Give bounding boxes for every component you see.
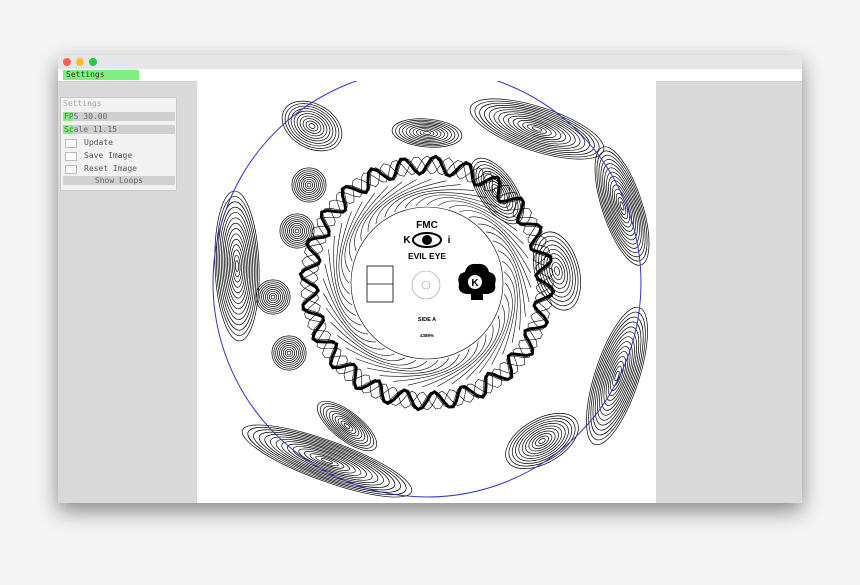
fps-slider-label: FPS 30.00 xyxy=(64,112,108,121)
maximize-window-button[interactable] xyxy=(89,58,97,66)
save-image-checkbox-box[interactable] xyxy=(65,152,77,161)
scale-slider[interactable]: Scale 11.15 xyxy=(63,125,175,134)
panel-title: Settings xyxy=(63,99,102,108)
minimize-window-button[interactable] xyxy=(76,58,84,66)
label-left-letter: K xyxy=(403,235,411,246)
label-title: EVIL EYE xyxy=(408,251,446,261)
label-right-letter: i xyxy=(448,235,451,246)
drawing-canvas[interactable]: FMC K i EVIL EYE K SIDE A 4389% xyxy=(197,81,656,503)
label-box-icon xyxy=(366,265,394,303)
title-bar xyxy=(58,55,802,70)
record-artwork: FMC K i EVIL EYE K SIDE A 4389% xyxy=(212,81,650,498)
settings-menu-tab[interactable]: Settings xyxy=(63,70,139,80)
scale-slider-label: Scale 11.15 xyxy=(64,125,117,134)
settings-panel: Settings FPS 30.00 Scale 11.15 Update Sa… xyxy=(60,97,177,191)
label-catalog: 4389% xyxy=(420,333,434,338)
reset-image-checkbox-label: Reset Image xyxy=(84,164,137,173)
label-brand: FMC xyxy=(416,220,438,231)
evil-eye-icon xyxy=(412,232,442,248)
reset-image-checkbox-box[interactable] xyxy=(65,165,77,174)
update-checkbox-box[interactable] xyxy=(65,139,77,148)
tree-logo-letter: K xyxy=(471,278,479,289)
show-loops-button[interactable]: Show Loops xyxy=(63,176,175,185)
label-side: SIDE A xyxy=(418,317,436,323)
app-window: Settings Settings FPS 30.00 Scale 11.15 … xyxy=(58,55,802,503)
close-window-button[interactable] xyxy=(63,58,71,66)
save-image-checkbox-label: Save Image xyxy=(84,151,133,160)
update-checkbox-label: Update xyxy=(84,138,113,147)
fps-slider[interactable]: FPS 30.00 xyxy=(63,112,175,121)
